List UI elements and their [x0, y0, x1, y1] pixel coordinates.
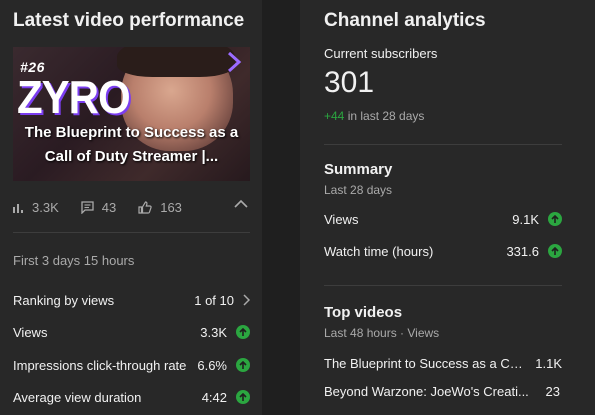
summary-views-row: Views 9.1K [324, 209, 562, 229]
thumbs-up-icon [138, 200, 152, 214]
row-value: 6.6% [197, 357, 227, 373]
views-stat: 3.3K [13, 200, 59, 215]
row-value: 4:42 [201, 389, 227, 405]
views-row: Views 3.3K [13, 322, 250, 342]
divider [324, 285, 562, 286]
summary-heading: Summary [324, 161, 393, 178]
delta-suffix: in last 28 days [344, 109, 425, 123]
arrow-up-icon [236, 325, 250, 339]
subscribers-delta: +44 in last 28 days [324, 109, 424, 123]
summary-period: Last 28 days [324, 183, 393, 197]
row-label: Average view duration [13, 389, 142, 405]
row-label: Beyond Warzone: JoeWo's Creati... [324, 383, 529, 399]
bar-chart-icon [13, 203, 23, 213]
divider [324, 144, 562, 145]
chevron-right-icon [243, 294, 250, 306]
row-value: 331.6 [506, 243, 539, 259]
row-label: Watch time (hours) [324, 243, 434, 259]
comments-stat: 43 [81, 200, 116, 215]
top-video-row[interactable]: Beyond Warzone: JoeWo's Creati... 23 [324, 381, 562, 401]
row-value: 23 [545, 383, 560, 399]
ctr-row: Impressions click-through rate 6.6% [13, 355, 250, 375]
period-label: First 3 days 15 hours [13, 253, 135, 268]
row-value: 1.1K [535, 355, 562, 371]
likes-stat: 163 [138, 200, 182, 215]
chevron-up-icon[interactable] [234, 199, 248, 209]
avg-view-duration-row: Average view duration 4:42 [13, 387, 250, 407]
row-value: 3.3K [200, 324, 227, 340]
row-label: Impressions click-through rate [13, 357, 187, 373]
thumbnail-brand: ZYRO [17, 71, 131, 123]
card-title: Latest video performance [13, 10, 245, 31]
views-count: 3.3K [32, 199, 59, 215]
divider [13, 232, 250, 233]
row-value: 1 of 10 [194, 292, 234, 308]
top-videos-heading: Top videos [324, 304, 403, 321]
row-label: Views [13, 324, 48, 340]
arrow-up-icon [236, 358, 250, 372]
comments-count: 43 [101, 199, 117, 215]
thumbnail-caption: The Blueprint to Success as a Call of Du… [24, 124, 239, 165]
subscribers-label: Current subscribers [324, 46, 438, 61]
card-title: Channel analytics [324, 10, 486, 31]
video-thumbnail[interactable]: #26 ZYRO The Blueprint to Success as a C… [13, 47, 250, 181]
top-videos-period: Last 48 hours · Views [324, 326, 440, 340]
arrow-up-icon [236, 390, 250, 404]
arrow-up-icon [548, 212, 562, 226]
channel-analytics-card: Channel analytics Current subscribers 30… [300, 0, 595, 415]
top-video-row[interactable]: The Blueprint to Success as a Cal... 1.1… [324, 353, 562, 373]
comment-icon [81, 200, 94, 214]
row-label: The Blueprint to Success as a Cal... [324, 355, 528, 371]
thumbnail-chevron-icon [227, 51, 242, 73]
video-stats: 3.3K 43 163 [13, 198, 250, 216]
likes-count: 163 [160, 199, 182, 215]
row-label: Views [324, 211, 359, 227]
subscribers-count: 301 [324, 66, 375, 99]
ranking-row[interactable]: Ranking by views 1 of 10 [13, 290, 250, 310]
delta-value: +44 [324, 109, 345, 123]
thumbnail-hair [117, 47, 235, 77]
latest-video-card: Latest video performance #26 ZYRO The Bl… [0, 0, 262, 415]
arrow-up-icon [548, 244, 562, 258]
row-value: 9.1K [512, 211, 539, 227]
summary-watch-time-row: Watch time (hours) 331.6 [324, 241, 562, 261]
row-label: Ranking by views [13, 292, 115, 308]
